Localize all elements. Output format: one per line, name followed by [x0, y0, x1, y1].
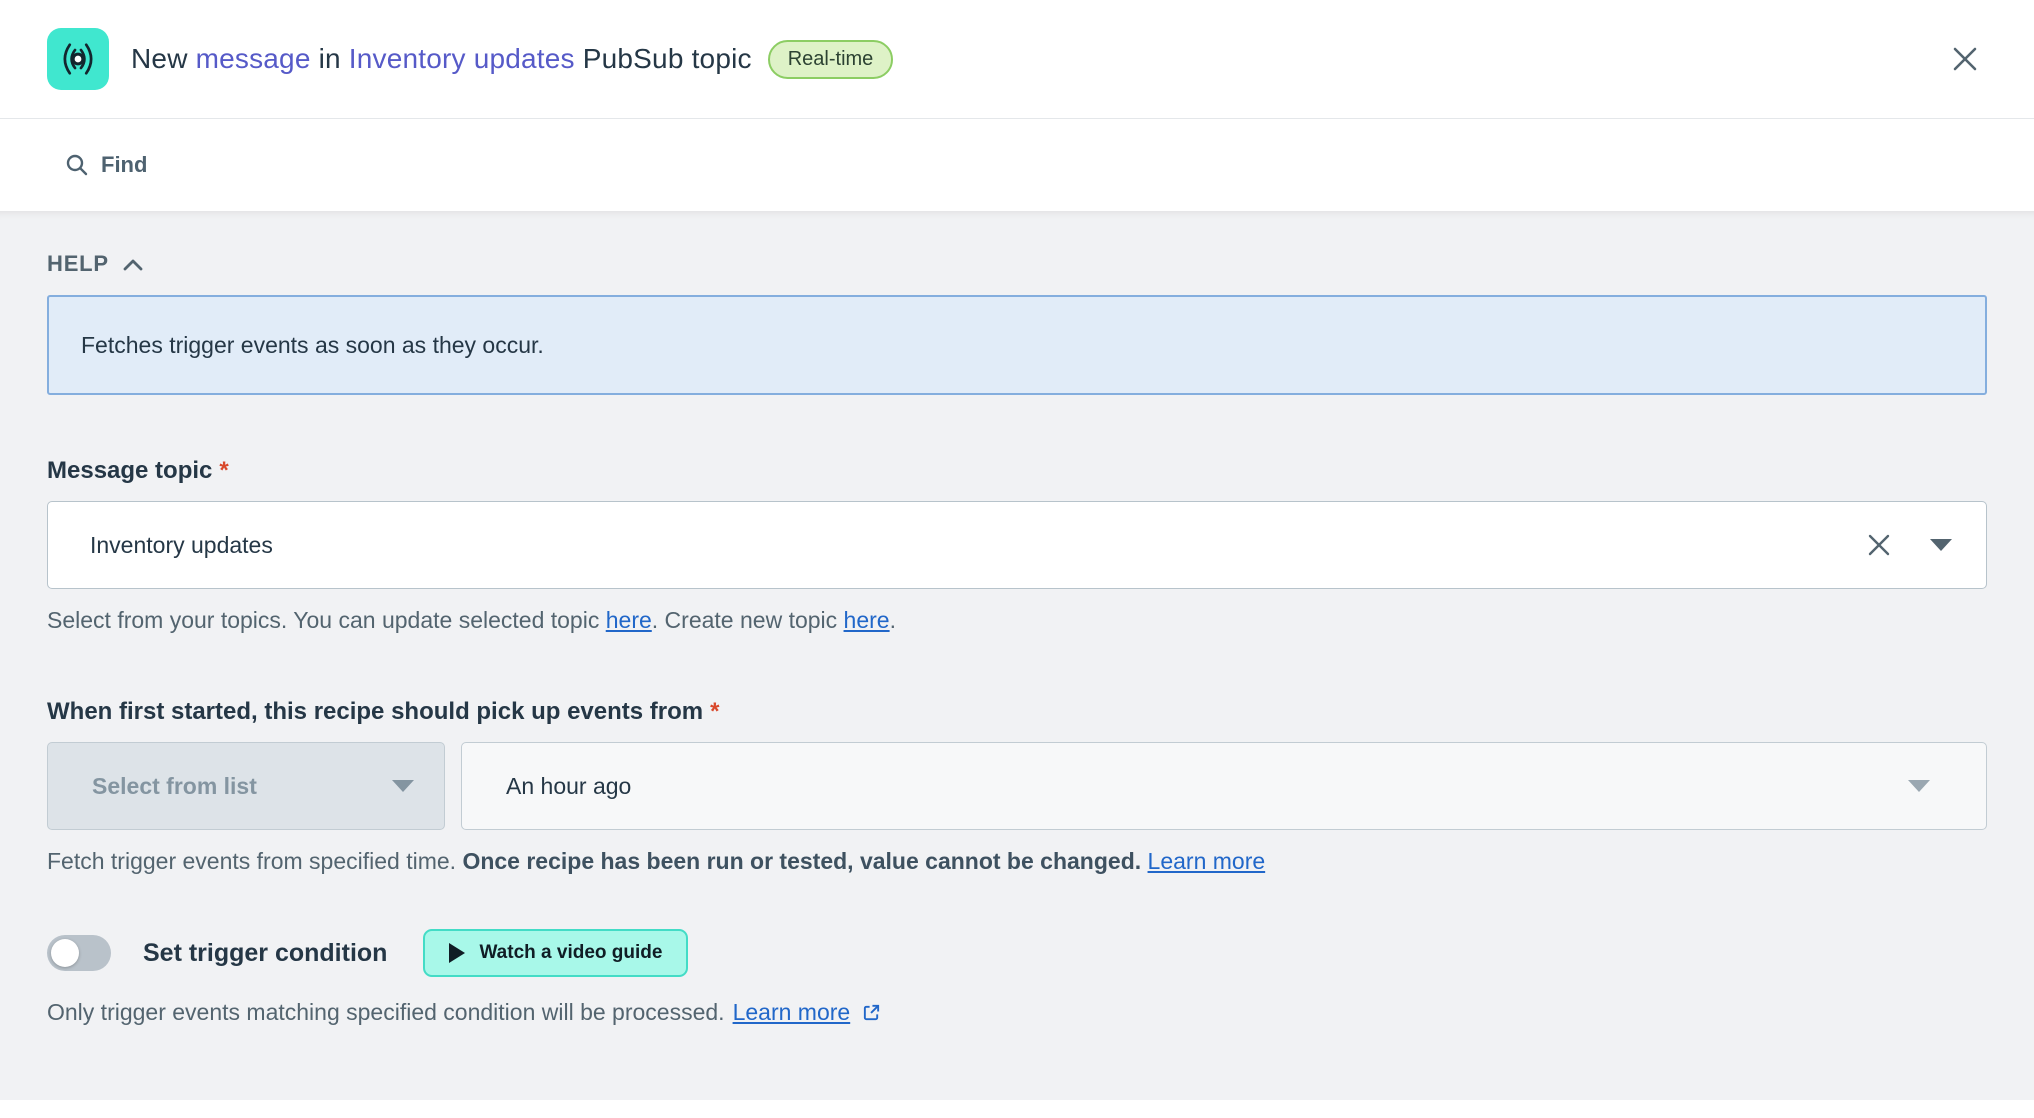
create-topic-here-link[interactable]: here	[844, 607, 890, 633]
select-from-list-placeholder: Select from list	[92, 772, 257, 799]
hint-text: Select from your topics. You can update …	[47, 607, 606, 633]
trigger-config-panel: New message in Inventory updates PubSub …	[0, 0, 2034, 1118]
trigger-condition-section: Set trigger condition Watch a video guid…	[47, 929, 1987, 1026]
title-infix: in	[310, 43, 349, 74]
trigger-condition-row: Set trigger condition Watch a video guid…	[47, 929, 1987, 977]
pickup-learn-more-link[interactable]: Learn more	[1148, 848, 1266, 874]
help-heading-label: HELP	[47, 251, 109, 276]
external-link-icon	[862, 1003, 881, 1022]
hint-bold-text: Once recipe has been run or tested, valu…	[462, 848, 1142, 874]
toggle-knob	[51, 939, 79, 967]
clear-x-icon	[1868, 534, 1890, 556]
help-section-toggle[interactable]: HELP	[47, 251, 143, 277]
pickup-time-dropdown[interactable]: An hour ago	[461, 742, 1987, 830]
chevron-up-icon	[123, 259, 143, 270]
pickup-events-section: When first started, this recipe should p…	[47, 698, 1987, 875]
caret-down-icon	[392, 780, 414, 792]
search-icon	[66, 154, 88, 176]
watch-video-guide-button[interactable]: Watch a video guide	[423, 929, 689, 977]
pickup-events-label: When first started, this recipe should p…	[47, 698, 704, 725]
title-suffix: PubSub topic	[574, 43, 752, 74]
find-label: Find	[101, 152, 148, 177]
pubsub-app-icon	[47, 28, 109, 90]
hint-text: .	[889, 607, 896, 633]
find-search-bar[interactable]: Find	[0, 119, 2034, 211]
hint-text: . Create new topic	[651, 607, 844, 633]
panel-title: New message in Inventory updates PubSub …	[131, 43, 752, 75]
pickup-inputs-row: Select from list An hour ago	[47, 742, 1987, 830]
message-topic-section: Message topic * Inventory updates Select …	[47, 457, 1987, 634]
help-text: Fetches trigger events as soon as they o…	[81, 331, 544, 358]
pickup-hint: Fetch trigger events from specified time…	[47, 848, 1987, 875]
inventory-updates-topic-link[interactable]: Inventory updates	[349, 43, 575, 74]
hint-text: Fetch trigger events from specified time…	[47, 848, 463, 874]
message-link[interactable]: message	[196, 43, 311, 74]
watch-video-guide-label: Watch a video guide	[479, 942, 663, 963]
required-asterisk: *	[710, 698, 720, 725]
play-icon	[449, 943, 466, 963]
bottom-bar	[0, 1100, 2034, 1118]
pickup-label-row: When first started, this recipe should p…	[47, 698, 1987, 726]
close-icon	[1953, 47, 1977, 71]
trigger-settings-content: HELP Fetches trigger events as soon as t…	[0, 211, 2034, 1100]
required-asterisk: *	[219, 457, 229, 484]
pubsub-broadcast-icon	[63, 43, 93, 75]
realtime-badge: Real-time	[767, 39, 894, 79]
help-info-box: Fetches trigger events as soon as they o…	[47, 295, 1987, 395]
message-topic-label: Message topic	[47, 457, 213, 484]
message-topic-select[interactable]: Inventory updates	[47, 501, 1987, 589]
trigger-condition-label: Set trigger condition	[143, 938, 388, 967]
close-button[interactable]	[1943, 37, 1987, 81]
update-topic-here-link[interactable]: here	[606, 607, 652, 633]
clear-selection-button[interactable]	[1866, 532, 1892, 558]
hint-text: Only trigger events matching specified c…	[47, 999, 725, 1025]
message-topic-label-row: Message topic *	[47, 457, 1987, 485]
title-prefix: New	[131, 43, 196, 74]
trigger-condition-hint: Only trigger events matching specified c…	[47, 999, 1987, 1026]
message-topic-value: Inventory updates	[90, 531, 273, 558]
caret-down-icon	[1908, 780, 1930, 792]
message-topic-hint: Select from your topics. You can update …	[47, 607, 1987, 634]
trigger-condition-toggle[interactable]	[47, 935, 111, 971]
select-from-list-dropdown[interactable]: Select from list	[47, 742, 445, 830]
pickup-time-value: An hour ago	[506, 772, 632, 799]
panel-header: New message in Inventory updates PubSub …	[0, 0, 2034, 119]
condition-learn-more-link[interactable]: Learn more	[733, 999, 851, 1026]
caret-down-icon[interactable]	[1930, 539, 1952, 551]
